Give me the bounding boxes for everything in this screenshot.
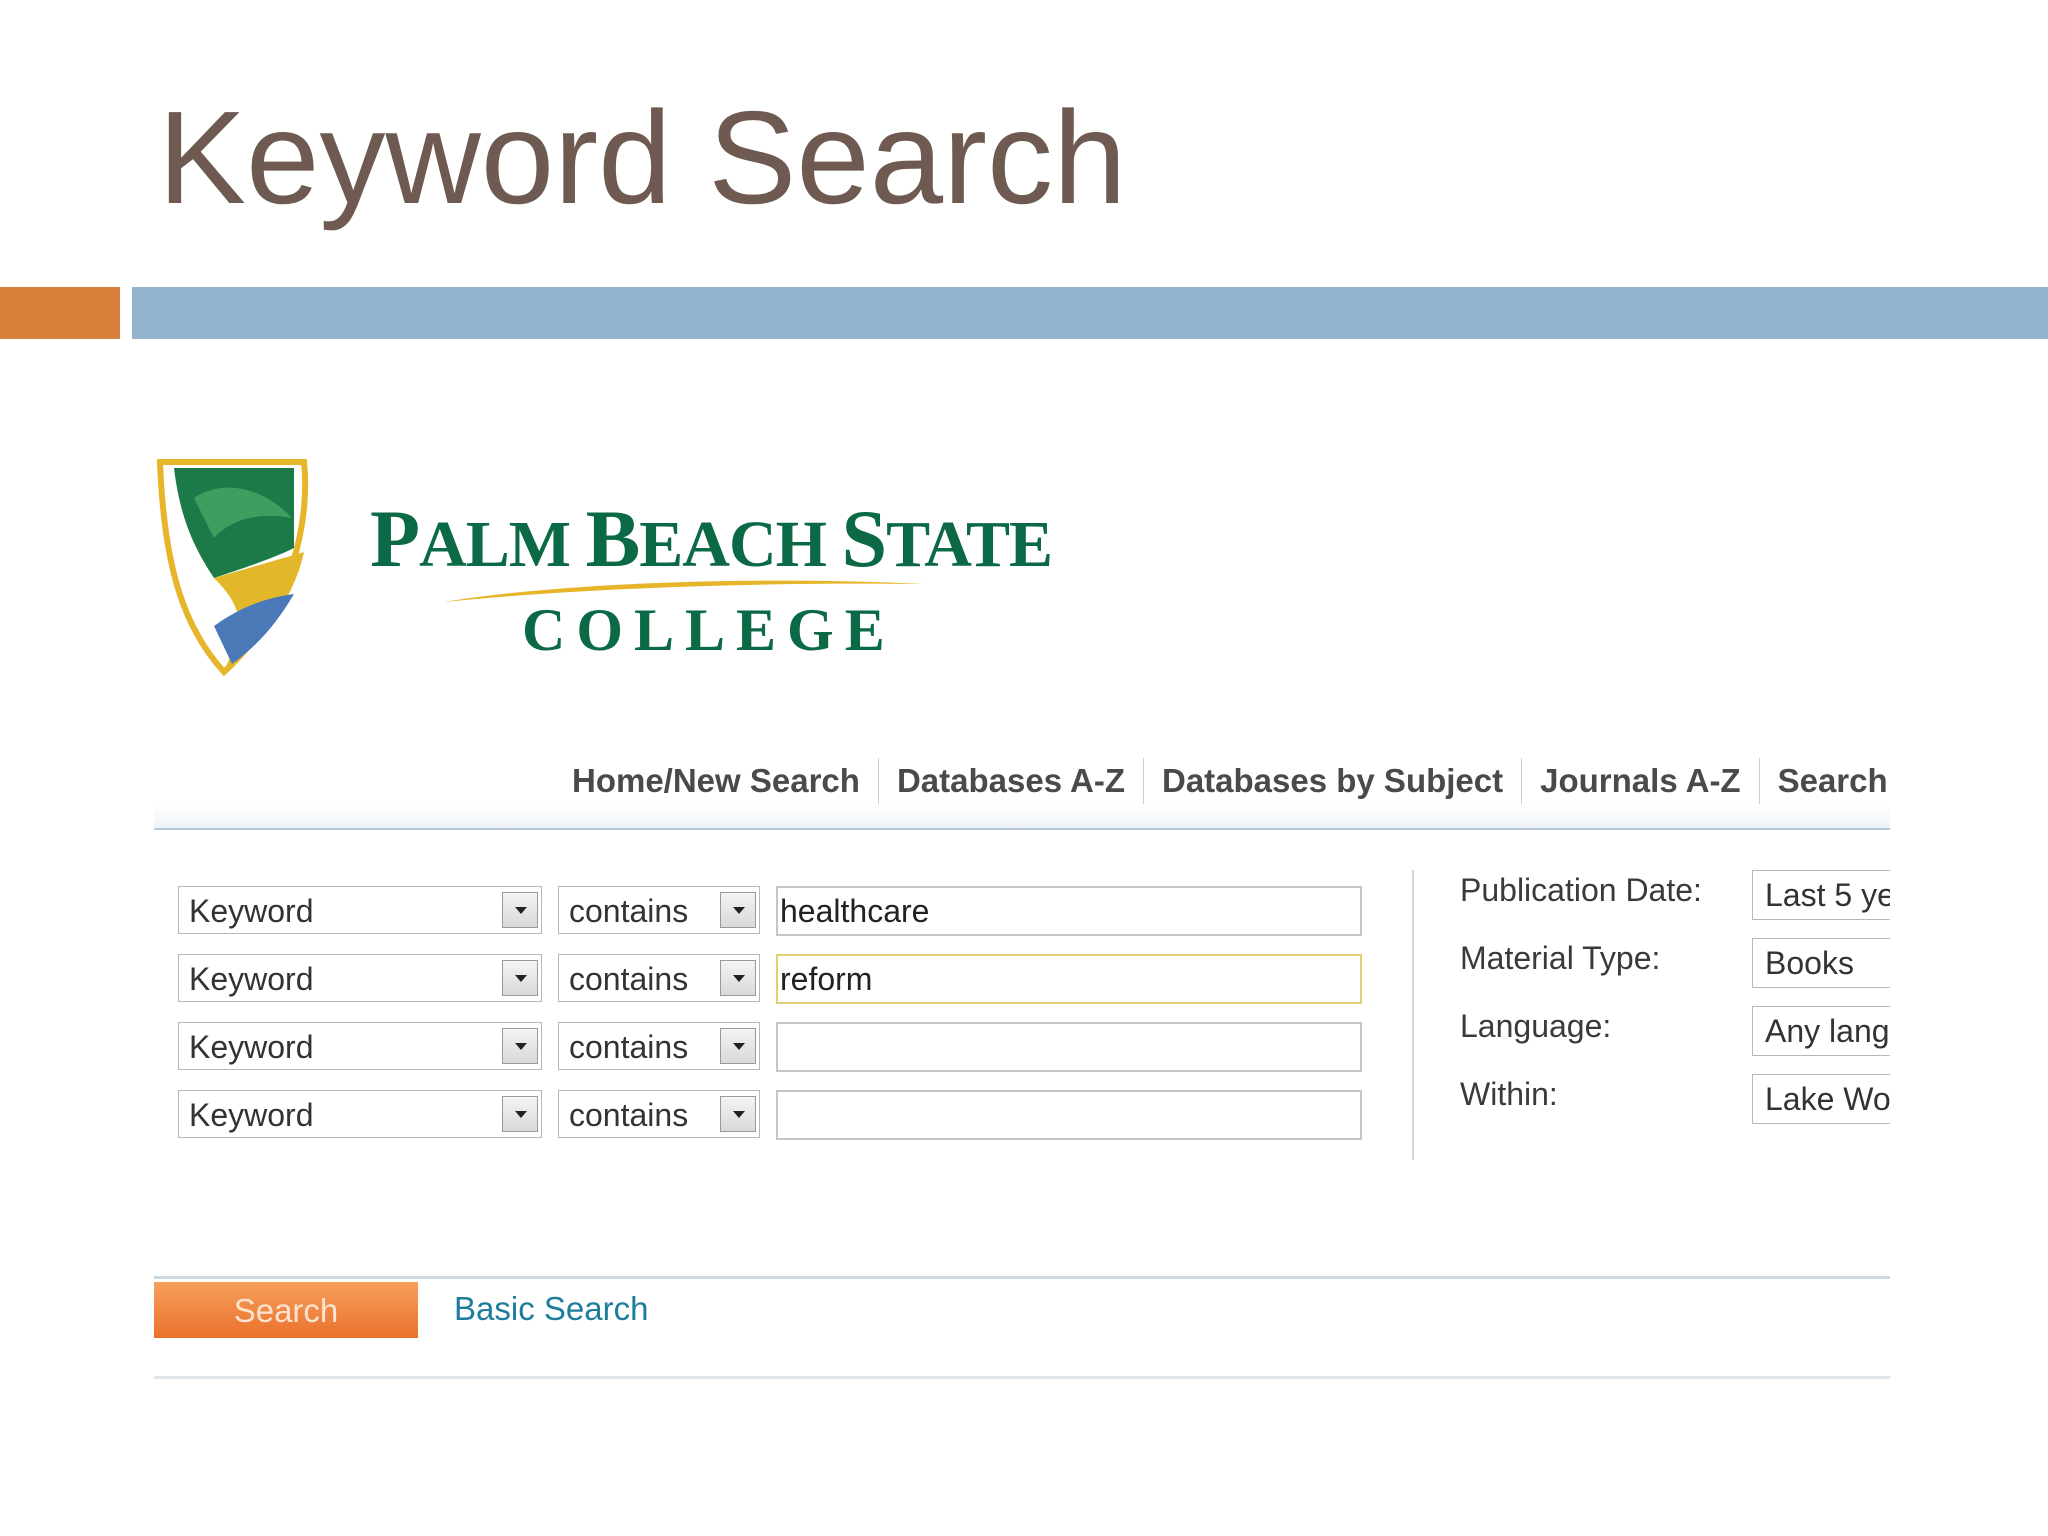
nav-databases-a-z[interactable]: Databases A-Z	[879, 758, 1144, 804]
limit-label: Publication Date:	[1460, 872, 1702, 908]
within-select[interactable]: Lake Worth	[1752, 1074, 1890, 1124]
field-select[interactable]: Keyword	[178, 1022, 542, 1070]
chevron-down-icon[interactable]	[720, 892, 756, 928]
chevron-down-icon[interactable]	[502, 960, 538, 996]
field-select[interactable]: Keyword	[178, 1090, 542, 1138]
field-select[interactable]: Keyword	[178, 954, 542, 1002]
material-type-select[interactable]: Books	[1752, 938, 1890, 988]
nav-journals-a-z[interactable]: Journals A-Z	[1522, 758, 1760, 804]
chevron-down-icon[interactable]	[720, 960, 756, 996]
chevron-down-icon[interactable]	[502, 1028, 538, 1064]
publication-date-select[interactable]: Last 5 years	[1752, 870, 1890, 920]
operator-select[interactable]: contains	[558, 1090, 760, 1138]
limit-label: Language:	[1460, 1008, 1612, 1044]
field-select[interactable]: Keyword	[178, 886, 542, 934]
operator-select[interactable]: contains	[558, 954, 760, 1002]
chevron-down-icon[interactable]	[502, 1096, 538, 1132]
search-term-input[interactable]	[776, 1090, 1362, 1140]
action-bar-bottom-border	[154, 1376, 1890, 1379]
limit-label: Within:	[1460, 1076, 1558, 1112]
college-logo: PALM BEACH STATE COLLEGE	[154, 458, 1054, 708]
operator-select[interactable]: contains	[558, 1022, 760, 1070]
language-select[interactable]: Any language	[1752, 1006, 1890, 1056]
slide-title: Keyword Search	[158, 84, 1127, 231]
action-bar-top-border	[154, 1276, 1890, 1279]
accent-bar-orange	[0, 287, 120, 339]
search-term-input[interactable]: reform	[776, 954, 1362, 1004]
library-search-screenshot: PALM BEACH STATE COLLEGE Home/New Search…	[154, 458, 1890, 1388]
logo-college-name: PALM BEACH STATE	[370, 493, 1053, 584]
limit-label: Material Type:	[1460, 940, 1661, 976]
chevron-down-icon[interactable]	[720, 1028, 756, 1064]
shield-logo-icon	[156, 459, 309, 677]
nav-databases-by-subject[interactable]: Databases by Subject	[1144, 758, 1523, 804]
chevron-down-icon[interactable]	[720, 1096, 756, 1132]
search-term-input[interactable]	[776, 1022, 1362, 1072]
nav-home-new-search[interactable]: Home/New Search	[554, 758, 879, 804]
operator-select[interactable]: contains	[558, 886, 760, 934]
accent-bar-blue	[132, 287, 2048, 339]
basic-search-link[interactable]: Basic Search	[454, 1290, 648, 1328]
search-button[interactable]: Search	[154, 1282, 418, 1338]
logo-college-subtitle: COLLEGE	[522, 597, 896, 663]
search-term-input[interactable]: healthcare	[776, 886, 1362, 936]
column-divider	[1412, 870, 1414, 1160]
nav-search[interactable]: Search	[1760, 758, 1890, 804]
chevron-down-icon[interactable]	[502, 892, 538, 928]
top-navigation: Home/New Search Databases A-Z Databases …	[154, 748, 1890, 830]
